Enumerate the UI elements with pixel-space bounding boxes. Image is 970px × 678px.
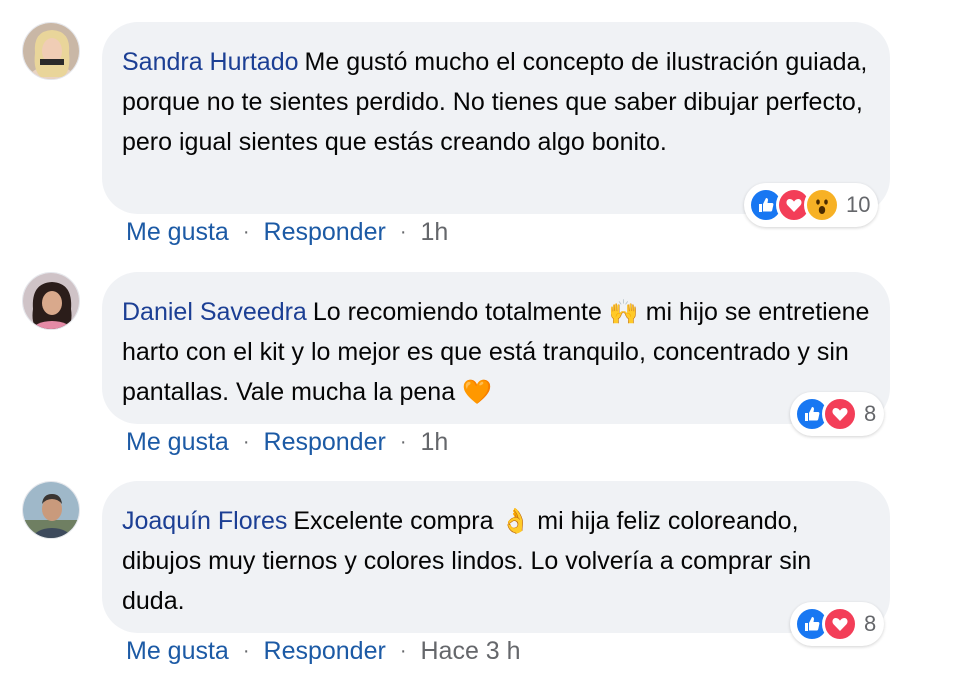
like-link[interactable]: Me gusta bbox=[126, 637, 229, 666]
comment-time[interactable]: 1h bbox=[421, 428, 449, 457]
like-link[interactable]: Me gusta bbox=[126, 218, 229, 247]
reaction-summary[interactable]: 8 bbox=[790, 392, 885, 436]
comment-bubble: Joaquín Flores Excelente compra 👌 mi hija… bbox=[102, 481, 890, 633]
comment-actions: Me gusta · Responder · 1h bbox=[126, 218, 448, 247]
orange-heart-emoji: 🧡 bbox=[462, 378, 492, 406]
avatar[interactable] bbox=[22, 272, 80, 330]
raising-hands-emoji: 🙌 bbox=[608, 298, 639, 326]
love-reaction-icon bbox=[822, 396, 858, 432]
comment-author[interactable]: Sandra Hurtado bbox=[122, 48, 299, 76]
comment-text: Excelente compra bbox=[293, 507, 494, 535]
comment-time[interactable]: Hace 3 h bbox=[421, 637, 521, 666]
separator-dot: · bbox=[399, 221, 407, 243]
love-reaction-icon bbox=[822, 606, 858, 642]
reaction-count: 10 bbox=[846, 192, 871, 217]
comment-text: Lo recomiendo totalmente bbox=[312, 298, 602, 326]
reaction-summary[interactable]: 8 bbox=[790, 602, 885, 646]
reply-link[interactable]: Responder bbox=[264, 218, 386, 247]
like-link[interactable]: Me gusta bbox=[126, 428, 229, 457]
reaction-count: 8 bbox=[864, 401, 877, 426]
ok-hand-emoji: 👌 bbox=[500, 507, 531, 535]
reaction-summary[interactable]: 10 bbox=[744, 183, 879, 227]
comment-actions: Me gusta · Responder · Hace 3 h bbox=[126, 637, 521, 666]
avatar[interactable] bbox=[22, 481, 80, 539]
comment-time[interactable]: 1h bbox=[421, 218, 449, 247]
comment-author[interactable]: Daniel Saveedra bbox=[122, 298, 307, 326]
avatar[interactable] bbox=[22, 22, 80, 80]
separator-dot: · bbox=[242, 221, 250, 243]
reaction-count: 8 bbox=[864, 611, 877, 636]
reply-link[interactable]: Responder bbox=[264, 428, 386, 457]
separator-dot: · bbox=[399, 431, 407, 453]
separator-dot: · bbox=[399, 640, 407, 662]
reply-link[interactable]: Responder bbox=[264, 637, 386, 666]
separator-dot: · bbox=[242, 431, 250, 453]
separator-dot: · bbox=[242, 640, 250, 662]
comment-author[interactable]: Joaquín Flores bbox=[122, 507, 287, 535]
wow-reaction-icon bbox=[804, 187, 840, 223]
comment-bubble: Daniel Saveedra Lo recomiendo totalmente … bbox=[102, 272, 890, 424]
comment-actions: Me gusta · Responder · 1h bbox=[126, 428, 448, 457]
